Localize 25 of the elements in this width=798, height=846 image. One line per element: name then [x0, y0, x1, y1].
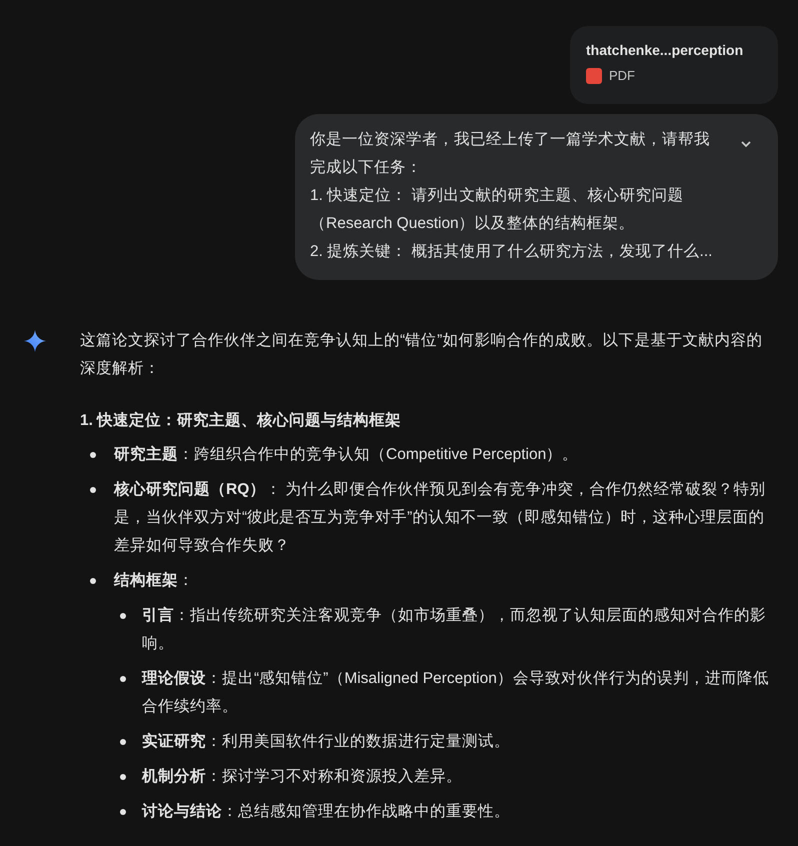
file-card[interactable]: thatchenke...perception PDF	[570, 26, 778, 104]
bullet-icon	[120, 774, 126, 780]
bullet-icon	[90, 578, 96, 584]
list-item-text: 讨论与结论：总结感知管理在协作战略中的重要性。	[142, 802, 510, 822]
list-item-text: 实证研究：利用美国软件行业的数据进行定量测试。	[142, 732, 510, 752]
response-intro: 这篇论文探讨了合作伙伴之间在竞争认知上的“错位”如何影响合作的成败。以下是基于文献内容的深度解析：	[80, 331, 764, 379]
prompt-text: 你是一位资深学者，我已经上传了一篇学术文献，请帮我完成以下任务：	[310, 130, 711, 178]
list-item-text: 理论假设：提出“感知错位”（Misaligned Perception）会导致对伙伴行为的误判，进而降低合作续约率。	[142, 669, 770, 717]
bullet-icon	[120, 676, 126, 682]
file-name: thatchenke...perception	[586, 41, 744, 60]
file-type: PDF	[609, 67, 635, 85]
list-item-text: 研究主题：跨组织合作中的竞争认知（Competitive Perception）。	[114, 444, 578, 465]
prompt-text: 1. 快速定位： 请列出文献的研究主题、核心研究问题（Research Question）以及整体的结构框架。	[310, 186, 685, 234]
bullet-icon	[120, 809, 126, 815]
bullet-icon	[90, 452, 96, 458]
list-item-text: 机制分析：探讨学习不对称和资源投入差异。	[142, 767, 462, 787]
list-item-text: 核心研究问题（RQ）： 为什么即便合作伙伴预见到会有竞争冲突，合作仍然经常破裂？特别是，当伙伴双方对“彼此是否互为竞争对手”的认知不一致（即感知错位）时，这种心理层面的差异如何导致合作失败？	[114, 480, 767, 556]
bullet-icon	[90, 487, 96, 493]
bullet-icon	[120, 739, 126, 745]
section-heading: 1. 快速定位：研究主题、核心问题与结构框架	[80, 410, 402, 431]
list-item-text: 结构框架：	[114, 570, 194, 591]
sparkle-icon	[24, 330, 46, 352]
list-item-text: 引言：指出传统研究关注客观竞争（如市场重叠），而忽视了认知层面的感知对合作的影响。	[142, 606, 767, 654]
bullet-icon	[120, 613, 126, 619]
prompt-text: 2. 提炼关键： 概括其使用了什么研究方法，发现了什么...	[310, 242, 714, 262]
